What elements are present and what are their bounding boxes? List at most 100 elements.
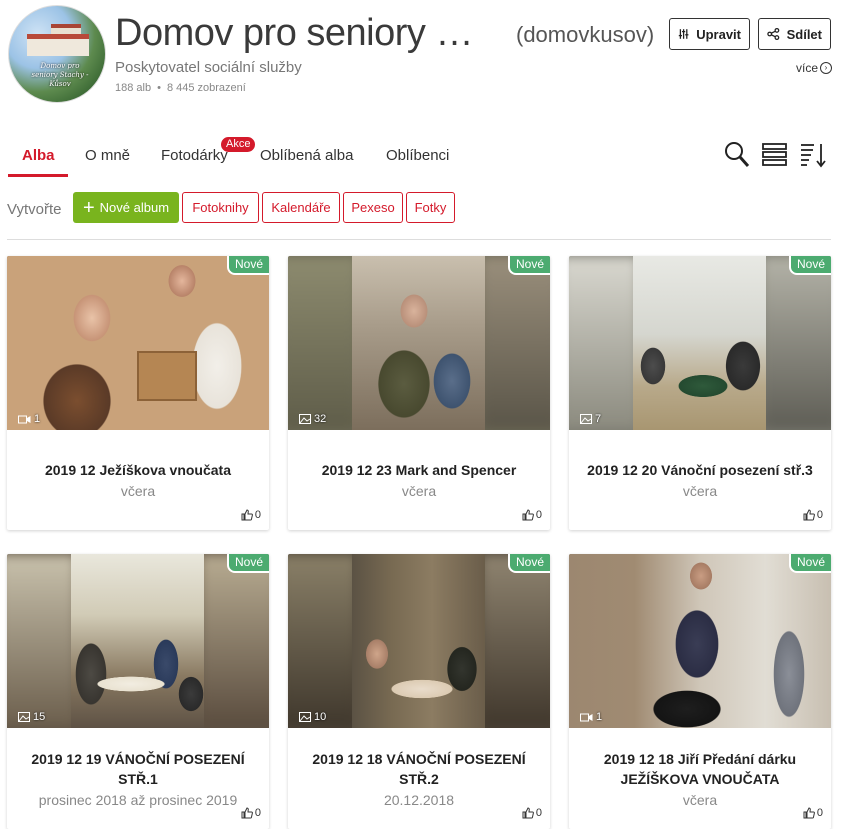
thumbs-up-icon bbox=[522, 509, 534, 521]
likes-count: 0 bbox=[254, 509, 261, 521]
media-count-value: 32 bbox=[314, 413, 327, 425]
sort-icon[interactable] bbox=[800, 141, 828, 169]
album-card[interactable]: Nové 32 2019 12 23 Mark and Spencer včer… bbox=[288, 256, 550, 530]
album-date: včera bbox=[682, 483, 718, 499]
share-button[interactable]: Sdílet bbox=[758, 18, 831, 50]
likes-count: 0 bbox=[535, 509, 542, 521]
media-count-value: 7 bbox=[595, 413, 602, 425]
album-title[interactable]: 2019 12 20 Vánoční posezení stř.3 bbox=[569, 460, 831, 480]
plus-icon: + bbox=[82, 196, 95, 219]
album-date: včera bbox=[682, 792, 718, 808]
media-count: 7 bbox=[580, 413, 601, 425]
album-card[interactable]: Nové 1 2019 12 Ježíškova vnoučata včera … bbox=[7, 256, 269, 530]
tab-favorites[interactable]: Oblíbenci bbox=[386, 147, 449, 164]
album-thumbnail[interactable]: Nové 7 bbox=[569, 256, 831, 430]
profile-stats: 188 alb • 8 445 zobrazení bbox=[115, 82, 246, 94]
albums-count: 188 alb bbox=[115, 82, 152, 94]
album-thumbnail[interactable]: Nové 10 bbox=[288, 554, 550, 728]
more-link-label: více bbox=[796, 61, 819, 75]
image-icon bbox=[299, 712, 311, 722]
more-link[interactable]: více › bbox=[796, 61, 833, 75]
album-card[interactable]: Nové 1 2019 12 18 Jiří Předání dárku JEŽ… bbox=[569, 554, 831, 829]
edit-button[interactable]: Upravit bbox=[669, 18, 750, 50]
photobooks-button[interactable]: Fotoknihy bbox=[182, 192, 259, 223]
new-album-button[interactable]: + Nové album bbox=[73, 192, 179, 223]
share-icon bbox=[767, 27, 780, 41]
calendars-button[interactable]: Kalendáře bbox=[262, 192, 340, 223]
thumbs-up-icon bbox=[241, 807, 253, 819]
thumbs-up-icon bbox=[522, 807, 534, 819]
media-count: 32 bbox=[299, 413, 326, 425]
edit-button-label: Upravit bbox=[696, 26, 741, 42]
profile-title: Domov pro seniory Stac... bbox=[115, 12, 495, 54]
thumbs-up-icon bbox=[803, 807, 815, 819]
thumbs-up-icon bbox=[241, 509, 253, 521]
media-count: 1 bbox=[18, 413, 40, 425]
image-icon bbox=[299, 414, 311, 424]
media-count: 1 bbox=[580, 711, 602, 723]
photos-button[interactable]: Fotky bbox=[406, 192, 455, 223]
likes[interactable]: 0 bbox=[803, 509, 823, 521]
likes[interactable]: 0 bbox=[241, 807, 261, 819]
sliders-icon bbox=[678, 29, 689, 39]
tab-about[interactable]: O mně bbox=[85, 147, 130, 164]
tab-albums[interactable]: Alba bbox=[22, 147, 55, 164]
likes-count: 0 bbox=[816, 807, 823, 819]
views-count: 8 445 zobrazení bbox=[166, 82, 246, 94]
album-title[interactable]: 2019 12 18 VÁNOČNÍ POSEZENÍ STŘ.2 bbox=[288, 749, 550, 789]
likes[interactable]: 0 bbox=[522, 509, 542, 521]
album-date: včera bbox=[401, 483, 437, 499]
video-icon bbox=[580, 713, 593, 721]
list-view-icon[interactable] bbox=[762, 141, 788, 169]
likes[interactable]: 0 bbox=[522, 807, 542, 819]
album-date: včera bbox=[120, 483, 156, 499]
album-card[interactable]: Nové 15 2019 12 19 VÁNOČNÍ POSEZENÍ STŘ.… bbox=[7, 554, 269, 829]
active-tab-indicator bbox=[8, 174, 68, 177]
album-thumbnail[interactable]: Nové 1 bbox=[569, 554, 831, 728]
profile-avatar[interactable]: Domov pro seniory Stachy - Kůsov bbox=[8, 5, 106, 103]
album-card[interactable]: Nové 10 2019 12 18 VÁNOČNÍ POSEZENÍ STŘ.… bbox=[288, 554, 550, 829]
album-thumbnail[interactable]: Nové 15 bbox=[7, 554, 269, 728]
media-count: 15 bbox=[18, 711, 45, 723]
profile-username: (domovkusov) bbox=[516, 22, 655, 47]
album-date: prosinec 2018 až prosinec 2019 bbox=[38, 792, 238, 808]
new-badge: Nové bbox=[507, 554, 550, 573]
new-badge: Nové bbox=[507, 256, 550, 275]
chevron-right-icon: › bbox=[820, 62, 833, 74]
thumbs-up-icon bbox=[803, 509, 815, 521]
likes-count: 0 bbox=[535, 807, 542, 819]
likes[interactable]: 0 bbox=[241, 509, 261, 521]
new-badge: Nové bbox=[226, 554, 269, 573]
profile-subtitle: Poskytovatel sociální služby bbox=[115, 59, 302, 76]
video-icon bbox=[18, 415, 31, 423]
new-badge: Nové bbox=[226, 256, 269, 275]
album-title[interactable]: 2019 12 18 Jiří Předání dárku JEŽÍŠKOVA … bbox=[569, 749, 831, 789]
promo-badge: Akce bbox=[221, 137, 256, 152]
divider bbox=[7, 239, 831, 240]
tab-photo-gifts[interactable]: Fotodárky bbox=[161, 147, 228, 164]
new-badge: Nové bbox=[788, 554, 831, 573]
likes-count: 0 bbox=[254, 807, 261, 819]
search-icon[interactable] bbox=[724, 141, 750, 169]
album-title[interactable]: 2019 12 19 VÁNOČNÍ POSEZENÍ STŘ.1 bbox=[7, 749, 269, 789]
likes-count: 0 bbox=[816, 509, 823, 521]
album-date: 20.12.2018 bbox=[383, 792, 455, 808]
album-title[interactable]: 2019 12 Ježíškova vnoučata bbox=[7, 460, 269, 480]
new-badge: Nové bbox=[788, 256, 831, 275]
album-card[interactable]: Nové 7 2019 12 20 Vánoční posezení stř.3… bbox=[569, 256, 831, 530]
album-thumbnail[interactable]: Nové 32 bbox=[288, 256, 550, 430]
media-count-value: 10 bbox=[314, 711, 327, 723]
media-count-value: 1 bbox=[34, 413, 41, 425]
media-count-value: 15 bbox=[33, 711, 46, 723]
new-album-label: Nové album bbox=[99, 200, 170, 215]
album-title[interactable]: 2019 12 23 Mark and Spencer bbox=[288, 460, 550, 480]
share-button-label: Sdílet bbox=[786, 26, 822, 42]
media-count: 10 bbox=[299, 711, 326, 723]
pexeso-button[interactable]: Pexeso bbox=[343, 192, 403, 223]
tab-favorite-albums[interactable]: Oblíbená alba bbox=[260, 147, 353, 164]
create-label: Vytvořte bbox=[7, 201, 62, 218]
avatar-building bbox=[27, 34, 89, 56]
likes[interactable]: 0 bbox=[803, 807, 823, 819]
stats-separator: • bbox=[157, 82, 161, 94]
album-thumbnail[interactable]: Nové 1 bbox=[7, 256, 269, 430]
